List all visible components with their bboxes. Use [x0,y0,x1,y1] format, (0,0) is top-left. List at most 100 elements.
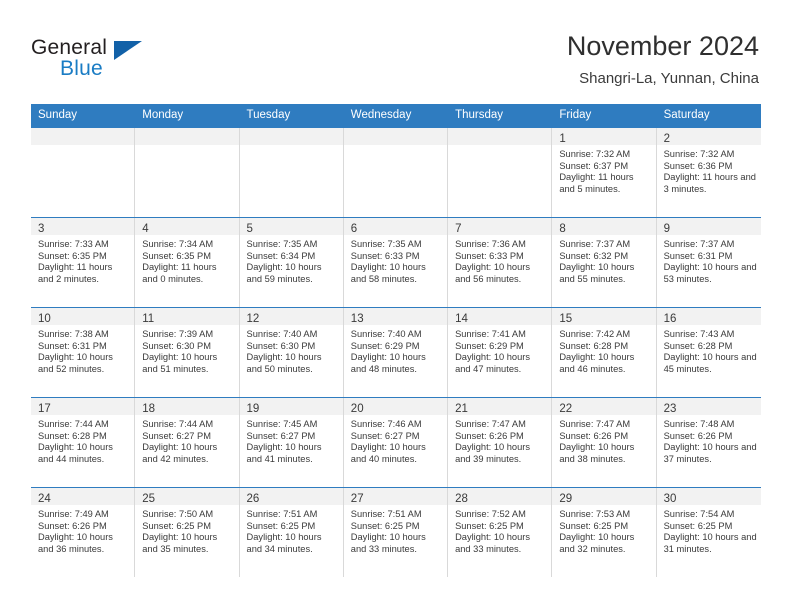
logo-triangle-icon [114,41,142,60]
sunrise-text: Sunrise: 7:32 AM [663,149,735,159]
sunrise-text: Sunrise: 7:47 AM [455,419,526,429]
calendar-day-cell[interactable]: 20 Sunrise: 7:46 AM Sunset: 6:27 PM Dayligh… [343,398,449,487]
sunrise-text: Sunrise: 7:37 AM [663,239,735,249]
sunrise-text: Sunrise: 7:41 AM [455,329,526,339]
weekday-header-thursday: Thursday [455,109,503,121]
calendar-day-cell[interactable]: 6 Sunrise: 7:35 AM Sunset: 6:33 PM Daylight… [343,218,449,307]
sunset-text: Sunset: 6:28 PM [663,340,733,351]
sunrise-text: Sunrise: 7:54 AM [663,509,735,519]
calendar-week-row: 1 Sunrise: 7:32 AM Sunset: 6:37 PM Daylight… [31,128,761,217]
calendar-day-cell[interactable]: 1 Sunrise: 7:32 AM Sunset: 6:37 PM Daylight… [552,128,657,217]
sunrise-text: Sunrise: 7:40 AM [246,329,318,339]
calendar-day-cell[interactable]: 27 Sunrise: 7:51 AM Sunset: 6:25 PM Dayligh… [343,488,449,577]
day-sun-info: Sunrise: 7:43 AM Sunset: 6:28 PM Daylight:… [657,325,761,375]
daylight-text: Daylight: 10 hours and 53 minutes. [663,262,757,284]
day-number-band: 5 [239,218,343,235]
calendar-day-cell[interactable]: 25 Sunrise: 7:50 AM Sunset: 6:25 PM Dayligh… [135,488,240,577]
sunset-text: Sunset: 6:26 PM [38,520,107,531]
calendar-day-cell[interactable]: 10 Sunrise: 7:38 AM Sunset: 6:31 PM Dayligh… [31,308,136,397]
sunset-text: Sunset: 6:29 PM [455,340,524,351]
calendar-day-cell[interactable]: 4 Sunrise: 7:34 AM Sunset: 6:35 PM Daylight… [135,218,240,307]
calendar-day-cell[interactable]: 19 Sunrise: 7:45 AM Sunset: 6:27 PM Dayligh… [239,398,344,487]
calendar-day-cell[interactable]: 18 Sunrise: 7:44 AM Sunset: 6:27 PM Dayligh… [135,398,240,487]
sunset-text: Sunset: 6:31 PM [38,340,107,351]
sunset-text: Sunset: 6:25 PM [142,520,211,531]
calendar-day-cell[interactable]: 24 Sunrise: 7:49 AM Sunset: 6:26 PM Dayligh… [31,488,136,577]
day-number: 11 [142,313,155,325]
calendar-day-cell[interactable]: 2 Sunrise: 7:32 AM Sunset: 6:36 PM Daylight… [656,128,761,217]
day-sun-info: Sunrise: 7:38 AM Sunset: 6:31 PM Daylight:… [31,325,134,375]
calendar-day-cell[interactable]: 21 Sunrise: 7:47 AM Sunset: 6:26 PM Dayligh… [448,398,553,487]
weekday-header-row: Sunday Monday Tuesday Wednesday Thursday… [31,104,761,128]
day-number-band: 14 [448,308,552,325]
calendar-day-cell[interactable]: 17 Sunrise: 7:44 AM Sunset: 6:28 PM Dayligh… [31,398,136,487]
day-sun-info: Sunrise: 7:34 AM Sunset: 6:35 PM Daylight:… [135,235,238,285]
day-number-band: 7 [448,218,552,235]
calendar-day-cell[interactable]: 13 Sunrise: 7:40 AM Sunset: 6:29 PM Dayligh… [343,308,449,397]
day-number-band: 22 [552,398,656,415]
calendar-day-cell-empty [239,128,344,217]
sunrise-text: Sunrise: 7:42 AM [559,329,631,339]
daylight-text: Daylight: 10 hours and 32 minutes. [559,532,635,554]
day-sun-info: Sunrise: 7:54 AM Sunset: 6:25 PM Daylight:… [657,505,761,555]
day-number-band: 18 [135,398,239,415]
day-number: 21 [455,403,468,415]
sunset-text: Sunset: 6:25 PM [455,520,524,531]
sunrise-text: Sunrise: 7:49 AM [38,509,109,519]
sunset-text: Sunset: 6:25 PM [246,520,316,531]
day-sun-info: Sunrise: 7:44 AM Sunset: 6:28 PM Daylight:… [31,415,134,465]
day-number: 30 [663,493,677,505]
day-sun-info: Sunrise: 7:49 AM Sunset: 6:26 PM Daylight:… [31,505,134,555]
day-number: 22 [559,403,573,415]
daylight-text: Daylight: 10 hours and 42 minutes. [142,442,218,464]
calendar-day-cell[interactable]: 5 Sunrise: 7:35 AM Sunset: 6:34 PM Daylight… [239,218,344,307]
sunset-text: Sunset: 6:30 PM [142,340,211,351]
day-number: 19 [246,403,260,415]
sunrise-text: Sunrise: 7:33 AM [38,239,109,249]
calendar-page: General Blue November 2024 Shangri-La, Y… [0,0,792,612]
sunset-text: Sunset: 6:25 PM [663,520,733,531]
calendar-day-cell[interactable]: 26 Sunrise: 7:51 AM Sunset: 6:25 PM Dayligh… [239,488,344,577]
sunset-text: Sunset: 6:32 PM [559,250,629,261]
day-number-band: 13 [343,308,448,325]
day-number-band [343,128,448,145]
general-blue-logo[interactable]: General Blue [31,36,211,88]
calendar-day-cell[interactable]: 7 Sunrise: 7:36 AM Sunset: 6:33 PM Daylight… [448,218,553,307]
day-sun-info: Sunrise: 7:32 AM Sunset: 6:37 PM Daylight:… [552,145,655,195]
sunset-text: Sunset: 6:35 PM [142,250,211,261]
daylight-text: Daylight: 10 hours and 51 minutes. [142,352,218,374]
calendar-day-cell[interactable]: 28 Sunrise: 7:52 AM Sunset: 6:25 PM Dayligh… [448,488,553,577]
calendar-day-cell[interactable]: 11 Sunrise: 7:39 AM Sunset: 6:30 PM Dayligh… [135,308,240,397]
calendar-day-cell[interactable]: 3 Sunrise: 7:33 AM Sunset: 6:35 PM Daylight… [31,218,136,307]
daylight-text: Daylight: 10 hours and 47 minutes. [455,352,530,374]
day-number: 14 [455,313,468,325]
calendar-day-cell[interactable]: 30 Sunrise: 7:54 AM Sunset: 6:25 PM Dayligh… [656,488,761,577]
day-number-band [448,128,552,145]
calendar-day-cell[interactable]: 9 Sunrise: 7:37 AM Sunset: 6:31 PM Daylight… [656,218,761,307]
calendar-day-cell[interactable]: 8 Sunrise: 7:37 AM Sunset: 6:32 PM Daylight… [552,218,657,307]
weekday-header-wednesday: Wednesday [350,109,412,121]
calendar-day-cell-empty [448,128,553,217]
calendar-day-cell[interactable]: 23 Sunrise: 7:48 AM Sunset: 6:26 PM Dayligh… [656,398,761,487]
day-number: 13 [350,313,364,325]
day-sun-info: Sunrise: 7:53 AM Sunset: 6:25 PM Daylight:… [552,505,655,555]
day-sun-info: Sunrise: 7:37 AM Sunset: 6:31 PM Daylight:… [657,235,761,285]
calendar-day-cell[interactable]: 15 Sunrise: 7:42 AM Sunset: 6:28 PM Dayligh… [552,308,657,397]
sunset-text: Sunset: 6:26 PM [559,430,629,441]
day-number-band: 21 [448,398,552,415]
sunrise-text: Sunrise: 7:44 AM [142,419,214,429]
day-sun-info: Sunrise: 7:52 AM Sunset: 6:25 PM Daylight:… [448,505,551,555]
sunrise-text: Sunrise: 7:38 AM [38,329,109,339]
calendar-day-cell[interactable]: 22 Sunrise: 7:47 AM Sunset: 6:26 PM Dayligh… [552,398,657,487]
day-number: 27 [350,493,364,505]
calendar-day-cell[interactable]: 16 Sunrise: 7:43 AM Sunset: 6:28 PM Dayligh… [656,308,761,397]
calendar-day-cell[interactable]: 14 Sunrise: 7:41 AM Sunset: 6:29 PM Dayligh… [448,308,553,397]
day-number-band: 16 [656,308,761,325]
daylight-text: Daylight: 10 hours and 38 minutes. [559,442,635,464]
day-number-band: 8 [552,218,656,235]
calendar-day-cell[interactable]: 12 Sunrise: 7:40 AM Sunset: 6:30 PM Dayligh… [239,308,344,397]
calendar-day-cell[interactable]: 29 Sunrise: 7:53 AM Sunset: 6:25 PM Dayligh… [552,488,657,577]
day-sun-info: Sunrise: 7:48 AM Sunset: 6:26 PM Daylight:… [657,415,761,465]
page-header: General Blue November 2024 Shangri-La, Y… [0,0,792,104]
daylight-text: Daylight: 10 hours and 59 minutes. [246,262,322,284]
